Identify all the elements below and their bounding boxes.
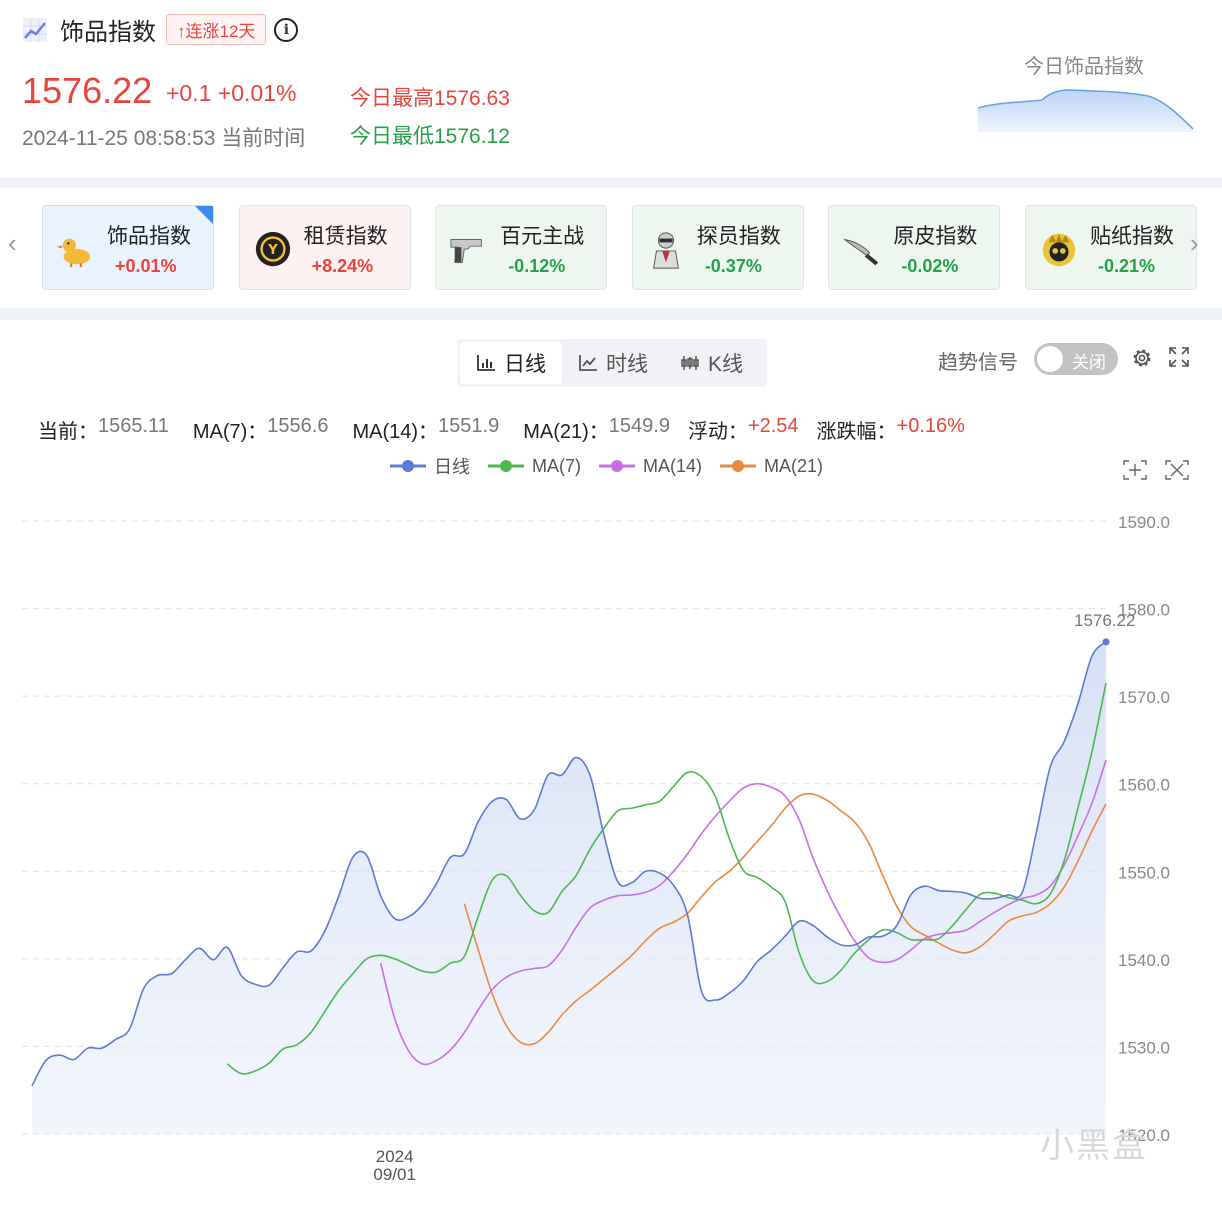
- candlestick-icon: [681, 356, 699, 370]
- stat-float-label: 浮动：: [687, 421, 748, 443]
- index-card-name: 贴纸指数: [1090, 225, 1174, 248]
- current-price: 1576.22: [22, 70, 153, 111]
- index-card-name: 租赁指数: [303, 225, 388, 248]
- chevron-left-icon[interactable]: ‹: [8, 228, 17, 259]
- index-card-change: -0.12%: [508, 256, 566, 276]
- tab-hourly-label: 时线: [606, 353, 648, 376]
- chevron-right-icon[interactable]: ›: [1190, 228, 1199, 259]
- skull-sticker-icon: [1042, 233, 1076, 267]
- stat-ma14-label: MA(14)：: [352, 421, 439, 443]
- streak-text: 连涨12天: [185, 22, 256, 41]
- line-chart-icon: [579, 355, 597, 371]
- chart-panel: 日线 时线 K线 趋势信号 关闭 当前： 1565.11 MA(7)： 1556.6…: [0, 320, 1222, 1206]
- index-card[interactable]: 饰品指数 +0.01%: [42, 205, 214, 290]
- mini-intraday-chart: [978, 89, 1194, 132]
- streak-badge: ↑连涨12天: [166, 14, 267, 45]
- period-tabs: 日线 时线 K线: [457, 339, 767, 387]
- today-high: 今日最高1576.63: [350, 87, 510, 110]
- agent-icon: [652, 232, 679, 269]
- stat-float-value: +2.54: [747, 415, 799, 437]
- legend-label: 日线: [434, 457, 470, 477]
- stat-pct-label: 涨跌幅：: [816, 421, 897, 443]
- index-header: 饰品指数 ↑连涨12天 i 1576.22 +0.1 +0.01% 2024-1…: [0, 0, 1222, 178]
- legend-swatch: [488, 460, 524, 472]
- arrow-up-icon: ↑: [177, 22, 186, 41]
- fullscreen-icon[interactable]: [1168, 346, 1190, 368]
- chart-legend: 日线 MA(7) MA(14) MA(21): [390, 453, 841, 479]
- stat-ma7-value: 1556.6: [267, 415, 329, 437]
- stats-row: 当前： 1565.11 MA(7)： 1556.6 MA(14)： 1551.9 MA…: [38, 415, 983, 444]
- stat-current-value: 1565.11: [98, 415, 169, 437]
- legend-item[interactable]: 日线: [390, 453, 470, 479]
- legend-swatch: [390, 460, 426, 472]
- info-icon[interactable]: i: [274, 17, 299, 42]
- trend-signal-toggle[interactable]: 关闭: [1034, 343, 1118, 375]
- stat-pct-value: +0.16%: [896, 415, 965, 437]
- index-card[interactable]: 探员指数 -0.37%: [631, 205, 804, 290]
- index-card-name: 原皮指数: [893, 225, 978, 248]
- legend-label: MA(7): [532, 455, 581, 476]
- tab-daily-label: 日线: [504, 353, 546, 376]
- mini-chart-title: 今日饰品指数: [1024, 56, 1144, 78]
- line-chart-icon: [23, 17, 47, 42]
- toggle-knob: [1037, 346, 1063, 372]
- current-time: 2024-11-25 08:58:53 当前时间: [22, 127, 306, 150]
- index-card-name: 百元主战: [500, 225, 585, 248]
- legend-swatch: [720, 460, 757, 472]
- tab-hourly[interactable]: 时线: [562, 342, 664, 384]
- stat-ma7-label: MA(7)：: [192, 421, 268, 443]
- page-title: 饰品指数: [60, 19, 156, 46]
- legend-item[interactable]: MA(7): [488, 453, 581, 479]
- index-cards-bar: ‹ 饰品指数 +0.01% Y 租赁指数 +8.24% 百元主战 -0.12% 探员指数 -0.…: [0, 188, 1222, 308]
- legend-swatch: [599, 460, 635, 472]
- index-card[interactable]: 原皮指数 -0.02%: [828, 205, 1001, 290]
- knife-icon: [843, 238, 879, 266]
- watermark: 小黑盒: [1040, 1127, 1148, 1165]
- pistol-icon: [450, 239, 483, 263]
- index-card[interactable]: Y 租赁指数 +8.24%: [238, 205, 411, 290]
- bar-chart-icon: [477, 355, 495, 371]
- index-card-change: +8.24%: [311, 256, 374, 276]
- index-card-change: -0.02%: [901, 256, 959, 276]
- legend-label: MA(14): [643, 455, 703, 476]
- rental-coin-icon: Y: [255, 231, 290, 267]
- trend-signal-label: 趋势信号: [938, 352, 1018, 374]
- duck-icon: [56, 238, 91, 268]
- stat-ma21-value: 1549.9: [608, 415, 670, 437]
- svg-text:Y: Y: [267, 243, 278, 258]
- stat-current-label: 当前：: [38, 421, 98, 443]
- legend-item[interactable]: MA(14): [599, 453, 702, 479]
- tab-kline[interactable]: K线: [664, 342, 759, 384]
- selected-corner-marker: [195, 206, 213, 224]
- index-card-name: 饰品指数: [107, 225, 191, 248]
- gear-icon[interactable]: [1130, 346, 1154, 370]
- price-change: +0.1 +0.01%: [166, 80, 297, 106]
- legend-label: MA(21): [764, 455, 824, 476]
- tab-kline-label: K线: [708, 353, 744, 376]
- index-card-change: +0.01%: [115, 256, 177, 276]
- today-low: 今日最低1576.12: [350, 125, 510, 148]
- stat-ma14-value: 1551.9: [438, 415, 500, 437]
- index-card-change: -0.21%: [1098, 256, 1156, 276]
- zoom-select-icon[interactable]: [1122, 459, 1148, 481]
- index-card-name: 探员指数: [696, 225, 781, 248]
- index-card-change: -0.37%: [704, 256, 762, 276]
- zoom-reset-icon[interactable]: [1164, 459, 1190, 481]
- stat-ma21-label: MA(21)：: [523, 421, 609, 443]
- index-card[interactable]: 百元主战 -0.12%: [435, 205, 608, 290]
- index-card[interactable]: 贴纸指数 -0.21%: [1025, 205, 1197, 290]
- toggle-label: 关闭: [1072, 353, 1106, 372]
- title-row: 饰品指数 ↑连涨12天 i: [22, 12, 299, 47]
- tab-daily[interactable]: 日线: [460, 342, 562, 384]
- legend-item[interactable]: MA(21): [720, 453, 823, 479]
